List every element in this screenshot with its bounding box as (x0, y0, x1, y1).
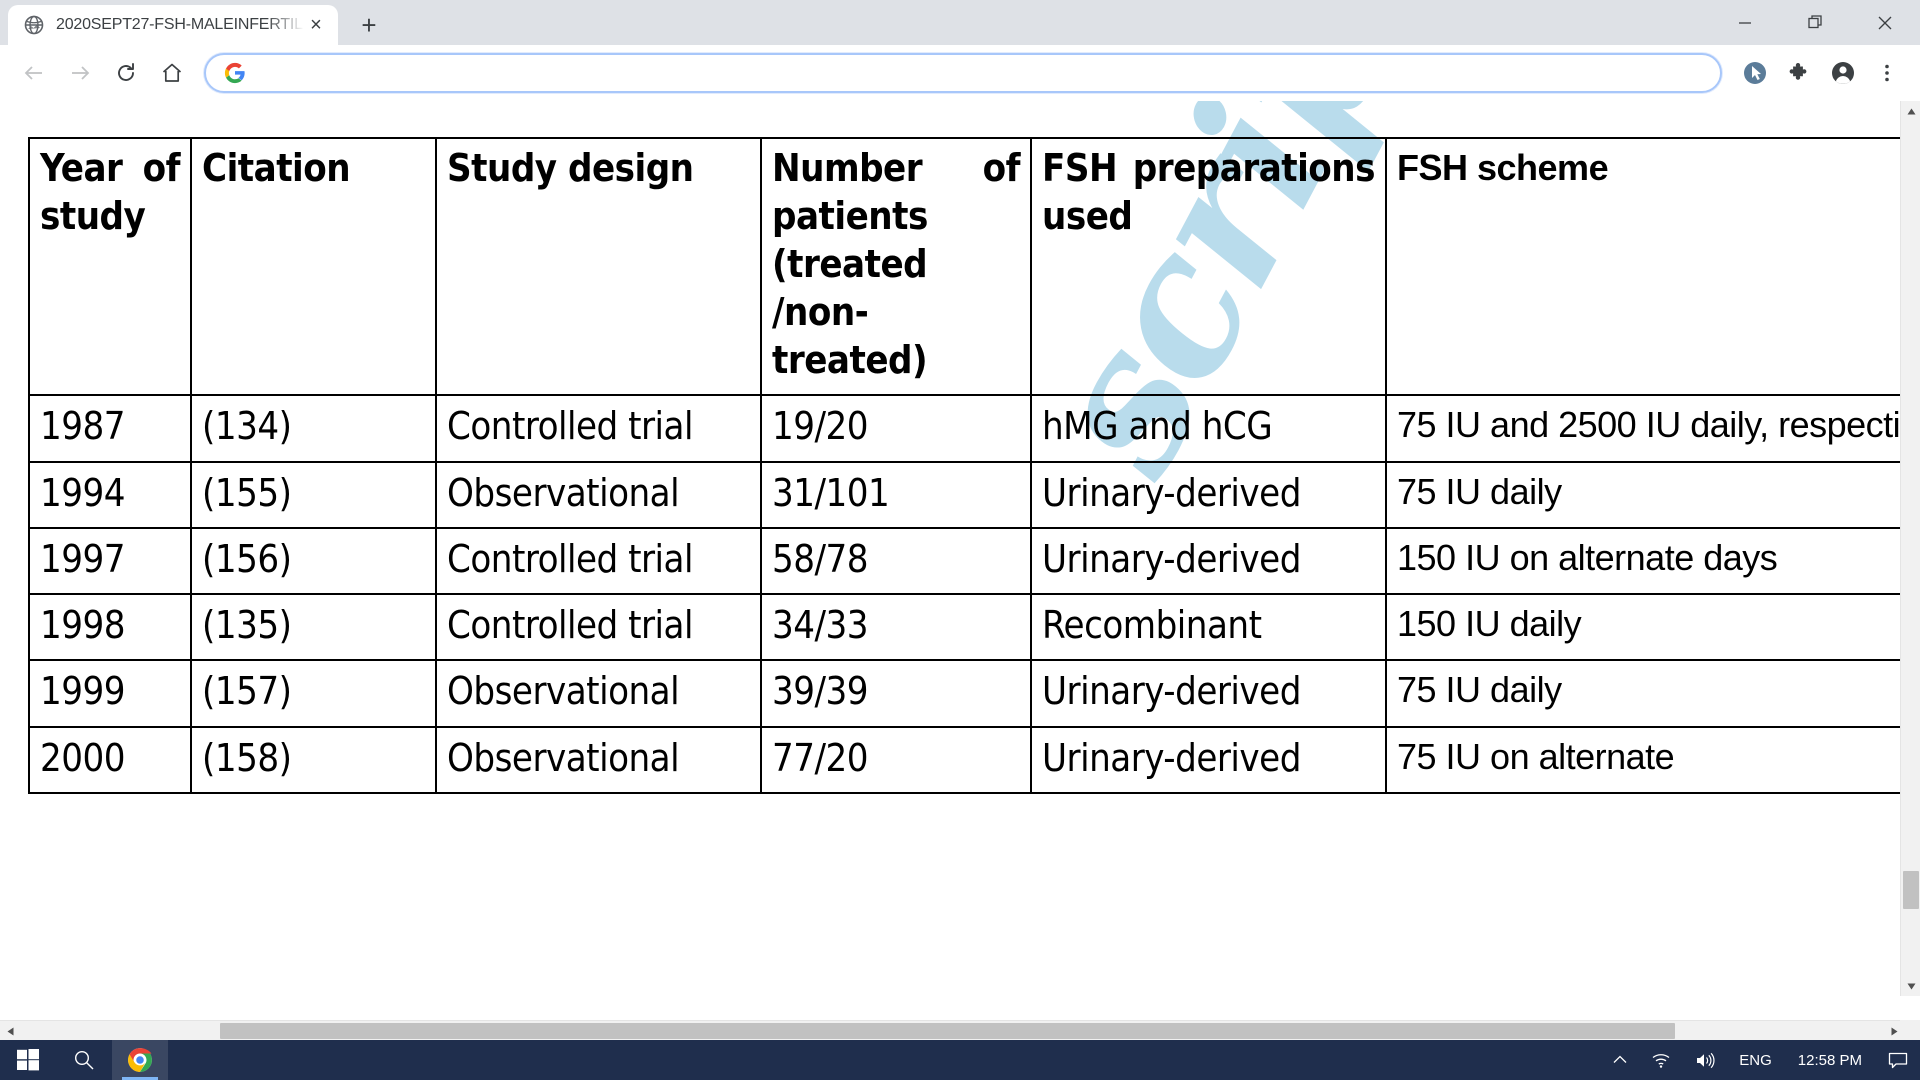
horizontal-scroll-thumb[interactable] (220, 1023, 1675, 1039)
browser-tab[interactable]: 2020SEPT27-FSH-MALEINFERTILI × (8, 5, 338, 45)
cell-preparation: Urinary-derived (1030, 526, 1387, 596)
table-header-row: Year of study Citation Study design Numb… (28, 136, 1904, 397)
scroll-down-icon[interactable] (1901, 976, 1920, 996)
cell-scheme: 75 IU daily (1385, 659, 1904, 728)
cell-scheme: 150 IU daily (1385, 593, 1904, 662)
address-bar[interactable] (204, 53, 1722, 93)
table-row: 1999 (157) Observational 39/39 Urinary-d… (28, 659, 1904, 728)
table-row: 1987 (134) Controlled trial 19/20 hMG an… (28, 394, 1904, 463)
cell-year: 1994 (28, 460, 192, 529)
cell-patients: 19/20 (760, 394, 1032, 463)
back-button[interactable] (12, 51, 56, 95)
maximize-restore-button[interactable] (1780, 0, 1850, 45)
cell-year: 1997 (28, 526, 192, 596)
cursor-circle-icon[interactable] (1734, 52, 1776, 94)
cell-year: 2000 (28, 725, 192, 794)
home-button[interactable] (150, 51, 194, 95)
table-row: 1997 (156) Controlled trial 58/78 Urinar… (28, 526, 1904, 596)
forward-button[interactable] (58, 51, 102, 95)
puzzle-piece-icon[interactable] (1778, 52, 1820, 94)
cell-citation: (158) (190, 725, 437, 794)
cell-design: Controlled trial (435, 593, 762, 662)
table-row: 1998 (135) Controlled trial 34/33 Recomb… (28, 593, 1904, 662)
cell-preparation: Urinary-derived (1030, 725, 1387, 794)
tab-title: 2020SEPT27-FSH-MALEINFERTILI (56, 16, 304, 33)
address-bar-input[interactable] (260, 63, 1702, 83)
scrollbar-corner (1900, 1020, 1920, 1040)
cell-design: Controlled trial (435, 394, 762, 463)
column-header-number-of-patients: Number of patients (treated /non-treated… (760, 136, 1032, 397)
column-header-study-design: Study design (435, 136, 762, 397)
cell-design: Controlled trial (435, 526, 762, 596)
cell-preparation: Urinary-derived (1030, 659, 1387, 728)
cell-design: Observational (435, 725, 762, 794)
globe-icon (24, 15, 44, 35)
notification-icon[interactable] (1876, 1040, 1920, 1080)
new-tab-button[interactable]: + (352, 8, 386, 42)
windows-taskbar: ENG 12:58 PM (0, 1040, 1920, 1080)
cell-scheme: 75 IU on alternate (1385, 725, 1904, 794)
minimize-button[interactable] (1710, 0, 1780, 45)
column-header-fsh-scheme: FSH scheme (1385, 136, 1904, 397)
cell-scheme: 150 IU on alternate days (1385, 526, 1904, 596)
cell-year: 1999 (28, 659, 192, 728)
start-button[interactable] (0, 1040, 56, 1080)
close-tab-icon[interactable]: × (304, 13, 328, 37)
profile-avatar-icon[interactable] (1822, 52, 1864, 94)
cell-patients: 77/20 (760, 725, 1032, 794)
cell-patients: 34/33 (760, 593, 1032, 662)
cell-year: 1998 (28, 593, 192, 662)
fsh-studies-table: Year of study Citation Study design Numb… (28, 136, 1904, 794)
cell-scheme: 75 IU and 2500 IU daily, respectively (1385, 394, 1904, 463)
window-controls (1710, 0, 1920, 45)
cell-preparation: Urinary-derived (1030, 460, 1387, 529)
cell-preparation: Recombinant (1030, 593, 1387, 662)
scroll-left-icon[interactable] (0, 1021, 20, 1040)
horizontal-scrollbar[interactable] (0, 1020, 1904, 1040)
google-g-icon (224, 62, 246, 84)
column-header-citation: Citation (190, 136, 437, 397)
taskbar-chrome-icon[interactable] (112, 1040, 168, 1080)
close-window-button[interactable] (1850, 0, 1920, 45)
table-row: 2000 (158) Observational 77/20 Urinary-d… (28, 725, 1904, 794)
cell-citation: (156) (190, 526, 437, 596)
table-row: 1994 (155) Observational 31/101 Urinary-… (28, 460, 1904, 529)
taskbar-clock[interactable]: 12:58 PM (1784, 1040, 1876, 1080)
browser-toolbar (0, 45, 1920, 101)
system-tray: ENG 12:58 PM (1601, 1040, 1920, 1080)
cell-year: 1987 (28, 394, 192, 463)
speaker-icon[interactable] (1683, 1040, 1727, 1080)
language-indicator[interactable]: ENG (1727, 1040, 1784, 1080)
document-page: script Year of study Citation Study desi… (0, 101, 1904, 996)
cell-scheme: 75 IU daily (1385, 460, 1904, 529)
cell-patients: 31/101 (760, 460, 1032, 529)
cell-citation: (155) (190, 460, 437, 529)
page-viewport: script Year of study Citation Study desi… (0, 101, 1920, 1040)
vertical-scrollbar[interactable] (1900, 101, 1920, 996)
vertical-scroll-thumb[interactable] (1903, 871, 1919, 909)
reload-button[interactable] (104, 51, 148, 95)
cell-citation: (157) (190, 659, 437, 728)
cell-patients: 39/39 (760, 659, 1032, 728)
browser-window: 2020SEPT27-FSH-MALEINFERTILI × + script … (0, 0, 1920, 1040)
tab-strip: 2020SEPT27-FSH-MALEINFERTILI × + (0, 0, 1920, 45)
cell-patients: 58/78 (760, 526, 1032, 596)
chevron-up-icon[interactable] (1601, 1040, 1639, 1080)
cell-design: Observational (435, 659, 762, 728)
column-header-fsh-preparations: FSH preparations used (1030, 136, 1387, 397)
cell-citation: (135) (190, 593, 437, 662)
wifi-icon[interactable] (1639, 1040, 1683, 1080)
cell-citation: (134) (190, 394, 437, 463)
scroll-up-icon[interactable] (1901, 101, 1920, 121)
three-dot-menu-icon[interactable] (1866, 52, 1908, 94)
cell-preparation: hMG and hCG (1030, 394, 1387, 463)
column-header-year-of-study: Year of study (28, 136, 192, 397)
taskbar-search-icon[interactable] (56, 1040, 112, 1080)
cell-design: Observational (435, 460, 762, 529)
